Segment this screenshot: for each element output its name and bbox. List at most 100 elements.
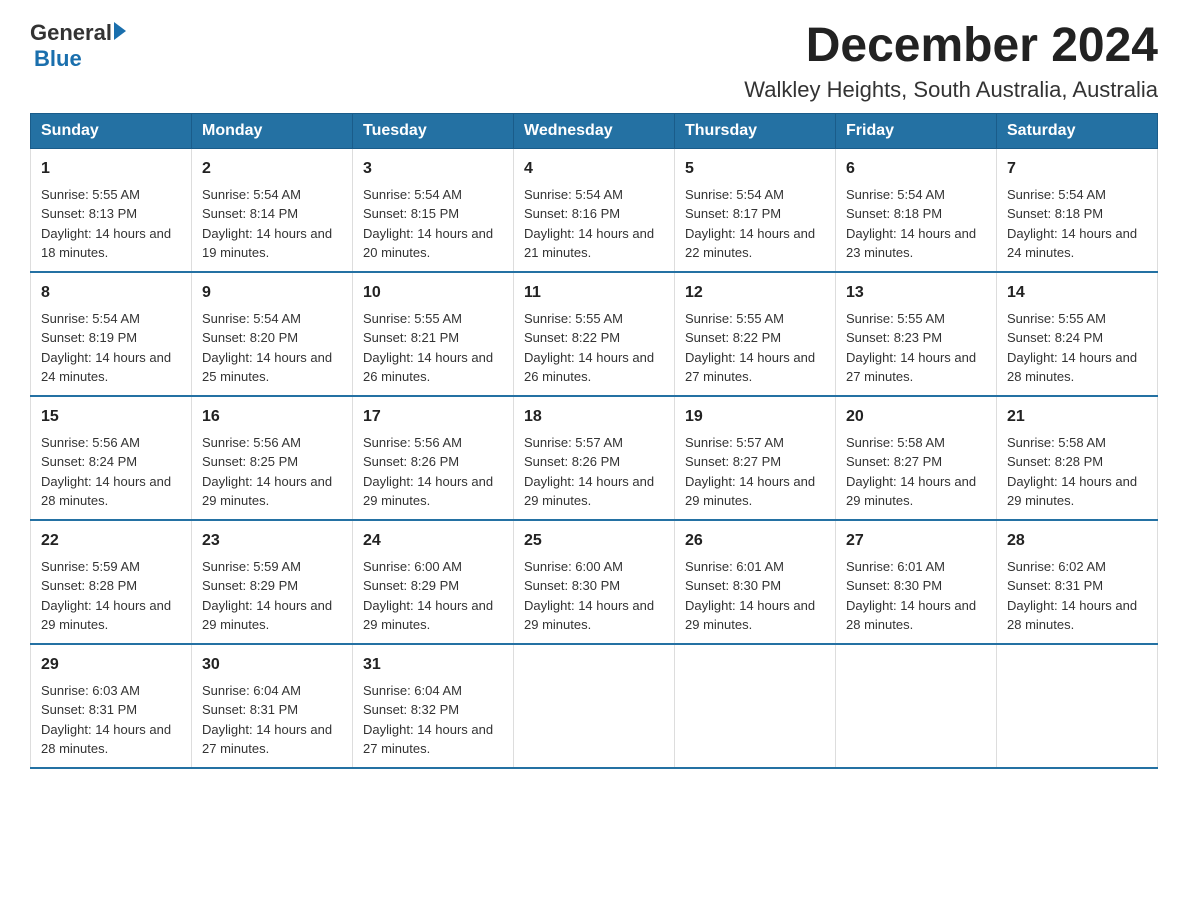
day-info: Sunrise: 6:02 AMSunset: 8:31 PMDaylight:… (1007, 557, 1147, 635)
day-number: 22 (41, 529, 181, 553)
day-info: Sunrise: 5:55 AMSunset: 8:21 PMDaylight:… (363, 309, 503, 387)
day-number: 15 (41, 405, 181, 429)
calendar-cell: 30 Sunrise: 6:04 AMSunset: 8:31 PMDaylig… (192, 644, 353, 768)
day-number: 21 (1007, 405, 1147, 429)
day-info: Sunrise: 6:03 AMSunset: 8:31 PMDaylight:… (41, 681, 181, 759)
day-info: Sunrise: 5:56 AMSunset: 8:24 PMDaylight:… (41, 433, 181, 511)
day-number: 16 (202, 405, 342, 429)
logo-text-blue: Blue (34, 46, 82, 72)
day-number: 28 (1007, 529, 1147, 553)
day-number: 26 (685, 529, 825, 553)
calendar-cell: 20 Sunrise: 5:58 AMSunset: 8:27 PMDaylig… (836, 396, 997, 520)
day-info: Sunrise: 5:55 AMSunset: 8:23 PMDaylight:… (846, 309, 986, 387)
day-info: Sunrise: 5:55 AMSunset: 8:22 PMDaylight:… (685, 309, 825, 387)
calendar-cell: 26 Sunrise: 6:01 AMSunset: 8:30 PMDaylig… (675, 520, 836, 644)
day-info: Sunrise: 6:01 AMSunset: 8:30 PMDaylight:… (846, 557, 986, 635)
day-number: 2 (202, 157, 342, 181)
weekday-header-wednesday: Wednesday (514, 113, 675, 148)
calendar-cell: 19 Sunrise: 5:57 AMSunset: 8:27 PMDaylig… (675, 396, 836, 520)
calendar-cell: 31 Sunrise: 6:04 AMSunset: 8:32 PMDaylig… (353, 644, 514, 768)
calendar-title: December 2024 (744, 20, 1158, 73)
day-number: 13 (846, 281, 986, 305)
calendar-cell: 17 Sunrise: 5:56 AMSunset: 8:26 PMDaylig… (353, 396, 514, 520)
day-info: Sunrise: 6:00 AMSunset: 8:29 PMDaylight:… (363, 557, 503, 635)
calendar-cell: 2 Sunrise: 5:54 AMSunset: 8:14 PMDayligh… (192, 148, 353, 272)
day-info: Sunrise: 5:59 AMSunset: 8:28 PMDaylight:… (41, 557, 181, 635)
calendar-cell: 15 Sunrise: 5:56 AMSunset: 8:24 PMDaylig… (31, 396, 192, 520)
calendar-cell: 11 Sunrise: 5:55 AMSunset: 8:22 PMDaylig… (514, 272, 675, 396)
day-number: 7 (1007, 157, 1147, 181)
calendar-cell: 5 Sunrise: 5:54 AMSunset: 8:17 PMDayligh… (675, 148, 836, 272)
day-info: Sunrise: 5:56 AMSunset: 8:26 PMDaylight:… (363, 433, 503, 511)
day-number: 27 (846, 529, 986, 553)
calendar-cell: 24 Sunrise: 6:00 AMSunset: 8:29 PMDaylig… (353, 520, 514, 644)
calendar-cell: 7 Sunrise: 5:54 AMSunset: 8:18 PMDayligh… (997, 148, 1158, 272)
title-block: December 2024 Walkley Heights, South Aus… (744, 20, 1158, 103)
day-number: 30 (202, 653, 342, 677)
day-number: 23 (202, 529, 342, 553)
day-number: 20 (846, 405, 986, 429)
day-number: 10 (363, 281, 503, 305)
calendar-cell (836, 644, 997, 768)
day-info: Sunrise: 6:01 AMSunset: 8:30 PMDaylight:… (685, 557, 825, 635)
calendar-subtitle: Walkley Heights, South Australia, Austra… (744, 77, 1158, 103)
day-number: 24 (363, 529, 503, 553)
day-info: Sunrise: 5:54 AMSunset: 8:19 PMDaylight:… (41, 309, 181, 387)
day-info: Sunrise: 5:55 AMSunset: 8:24 PMDaylight:… (1007, 309, 1147, 387)
day-number: 31 (363, 653, 503, 677)
calendar-week-row: 15 Sunrise: 5:56 AMSunset: 8:24 PMDaylig… (31, 396, 1158, 520)
day-number: 12 (685, 281, 825, 305)
calendar-cell: 1 Sunrise: 5:55 AMSunset: 8:13 PMDayligh… (31, 148, 192, 272)
calendar-cell: 4 Sunrise: 5:54 AMSunset: 8:16 PMDayligh… (514, 148, 675, 272)
day-number: 6 (846, 157, 986, 181)
day-info: Sunrise: 5:59 AMSunset: 8:29 PMDaylight:… (202, 557, 342, 635)
day-number: 19 (685, 405, 825, 429)
day-number: 18 (524, 405, 664, 429)
calendar-week-row: 8 Sunrise: 5:54 AMSunset: 8:19 PMDayligh… (31, 272, 1158, 396)
calendar-cell: 28 Sunrise: 6:02 AMSunset: 8:31 PMDaylig… (997, 520, 1158, 644)
day-info: Sunrise: 5:57 AMSunset: 8:26 PMDaylight:… (524, 433, 664, 511)
weekday-header-tuesday: Tuesday (353, 113, 514, 148)
day-number: 11 (524, 281, 664, 305)
day-info: Sunrise: 5:56 AMSunset: 8:25 PMDaylight:… (202, 433, 342, 511)
day-info: Sunrise: 6:04 AMSunset: 8:31 PMDaylight:… (202, 681, 342, 759)
day-info: Sunrise: 5:55 AMSunset: 8:13 PMDaylight:… (41, 185, 181, 263)
calendar-cell: 18 Sunrise: 5:57 AMSunset: 8:26 PMDaylig… (514, 396, 675, 520)
day-number: 8 (41, 281, 181, 305)
day-number: 1 (41, 157, 181, 181)
day-number: 9 (202, 281, 342, 305)
calendar-week-row: 1 Sunrise: 5:55 AMSunset: 8:13 PMDayligh… (31, 148, 1158, 272)
weekday-header-saturday: Saturday (997, 113, 1158, 148)
day-info: Sunrise: 5:54 AMSunset: 8:16 PMDaylight:… (524, 185, 664, 263)
calendar-cell: 23 Sunrise: 5:59 AMSunset: 8:29 PMDaylig… (192, 520, 353, 644)
day-number: 3 (363, 157, 503, 181)
day-number: 25 (524, 529, 664, 553)
calendar-cell: 25 Sunrise: 6:00 AMSunset: 8:30 PMDaylig… (514, 520, 675, 644)
day-info: Sunrise: 5:58 AMSunset: 8:28 PMDaylight:… (1007, 433, 1147, 511)
logo-text-general: General (30, 20, 112, 46)
day-info: Sunrise: 5:54 AMSunset: 8:14 PMDaylight:… (202, 185, 342, 263)
weekday-header-monday: Monday (192, 113, 353, 148)
calendar-cell: 3 Sunrise: 5:54 AMSunset: 8:15 PMDayligh… (353, 148, 514, 272)
day-info: Sunrise: 6:00 AMSunset: 8:30 PMDaylight:… (524, 557, 664, 635)
calendar-cell: 12 Sunrise: 5:55 AMSunset: 8:22 PMDaylig… (675, 272, 836, 396)
calendar-table: SundayMondayTuesdayWednesdayThursdayFrid… (30, 113, 1158, 769)
day-info: Sunrise: 5:58 AMSunset: 8:27 PMDaylight:… (846, 433, 986, 511)
calendar-cell: 22 Sunrise: 5:59 AMSunset: 8:28 PMDaylig… (31, 520, 192, 644)
day-info: Sunrise: 5:57 AMSunset: 8:27 PMDaylight:… (685, 433, 825, 511)
calendar-cell: 21 Sunrise: 5:58 AMSunset: 8:28 PMDaylig… (997, 396, 1158, 520)
weekday-header-friday: Friday (836, 113, 997, 148)
day-info: Sunrise: 5:54 AMSunset: 8:20 PMDaylight:… (202, 309, 342, 387)
page-header: General Blue December 2024 Walkley Heigh… (30, 20, 1158, 103)
day-number: 5 (685, 157, 825, 181)
calendar-cell (675, 644, 836, 768)
calendar-cell: 8 Sunrise: 5:54 AMSunset: 8:19 PMDayligh… (31, 272, 192, 396)
weekday-header-thursday: Thursday (675, 113, 836, 148)
calendar-cell: 10 Sunrise: 5:55 AMSunset: 8:21 PMDaylig… (353, 272, 514, 396)
calendar-week-row: 29 Sunrise: 6:03 AMSunset: 8:31 PMDaylig… (31, 644, 1158, 768)
calendar-cell: 29 Sunrise: 6:03 AMSunset: 8:31 PMDaylig… (31, 644, 192, 768)
calendar-cell: 13 Sunrise: 5:55 AMSunset: 8:23 PMDaylig… (836, 272, 997, 396)
calendar-cell (997, 644, 1158, 768)
logo-arrow-icon (114, 22, 126, 40)
day-number: 17 (363, 405, 503, 429)
